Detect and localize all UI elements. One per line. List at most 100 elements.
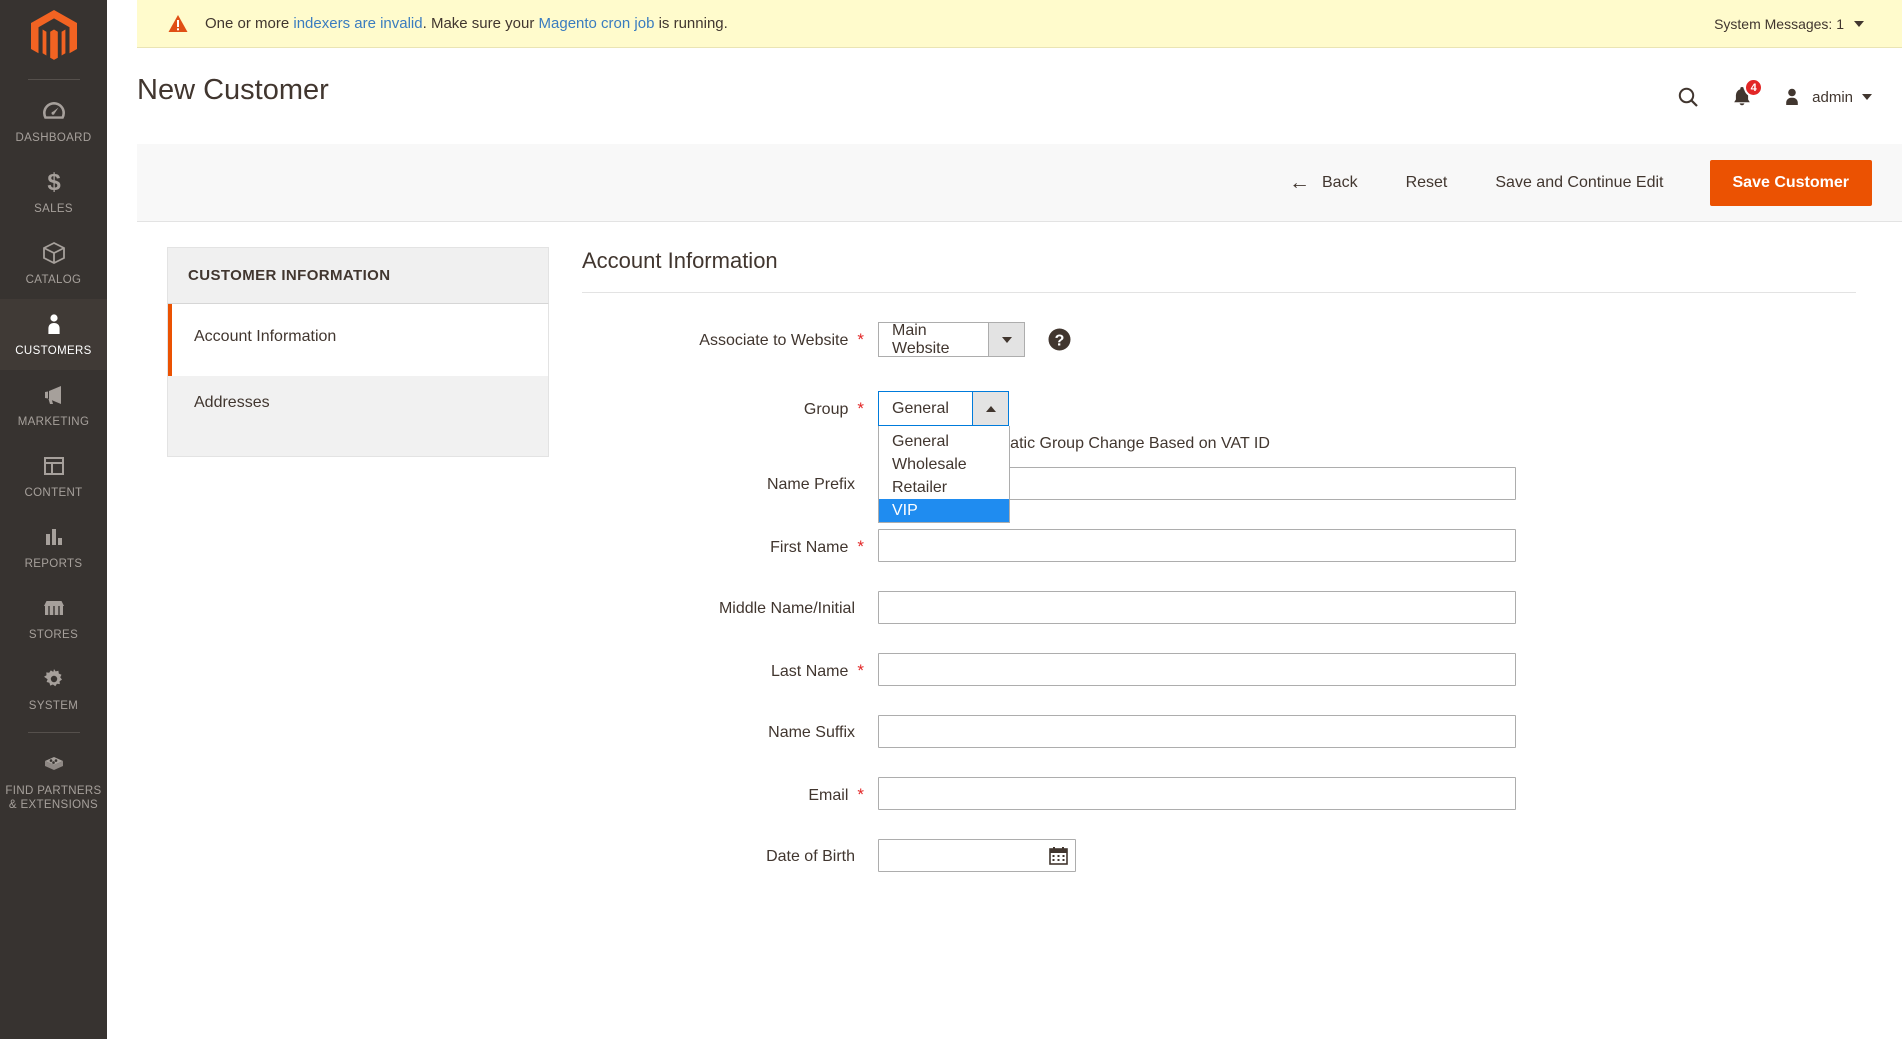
tab-label: Account Information	[194, 328, 337, 345]
group-select-arrow[interactable]	[972, 391, 1009, 426]
group-select[interactable]: General General Wholesale Retailer VIP	[878, 391, 1010, 523]
field-row-name-prefix: Name Prefix	[582, 467, 1856, 500]
bar-chart-icon	[41, 524, 67, 550]
required-marker: *	[857, 661, 864, 680]
account-information-form: Account Information Associate to Website…	[549, 222, 1902, 1039]
extension-box-icon	[41, 751, 67, 777]
notifications-button[interactable]: 4	[1715, 76, 1769, 118]
sidebar-item-catalog[interactable]: Catalog	[0, 228, 107, 299]
system-message-text: One or more indexers are invalid. Make s…	[205, 15, 728, 32]
page-header: New Customer 4 admin	[107, 48, 1902, 144]
search-icon	[1678, 87, 1698, 107]
first-name-label: First Name *	[582, 529, 878, 557]
sidebar-item-label: Sales	[34, 203, 73, 215]
group-select-value: General	[878, 391, 972, 426]
system-messages-toggle[interactable]: System Messages: 1	[1714, 0, 1864, 48]
middle-name-label: Middle Name/Initial	[582, 591, 878, 618]
save-and-continue-label: Save and Continue Edit	[1495, 173, 1664, 191]
middle-name-input[interactable]	[878, 591, 1516, 624]
sidebar-item-content[interactable]: Content	[0, 441, 107, 512]
customer-info-panel: CUSTOMER INFORMATION Account Information…	[137, 222, 549, 1039]
sidebar-item-find-partners[interactable]: Find Partners & Extensions	[0, 739, 107, 824]
first-name-control	[878, 529, 1516, 562]
field-row-email: Email *	[582, 777, 1856, 810]
first-name-input[interactable]	[878, 529, 1516, 562]
vat-spacer-label	[582, 435, 878, 444]
email-input[interactable]	[878, 777, 1516, 810]
sidebar-item-dashboard[interactable]: Dashboard	[0, 86, 107, 157]
back-button[interactable]: ← Back	[1265, 172, 1382, 193]
group-option-wholesale[interactable]: Wholesale	[879, 453, 1009, 476]
name-suffix-control	[878, 715, 1516, 748]
question-mark-icon[interactable]: ?	[1047, 327, 1072, 352]
nav-divider-top	[27, 79, 80, 80]
sidebar-item-label: Find Partners & Extensions	[5, 785, 102, 811]
sidebar-item-customers[interactable]: Customers	[0, 299, 107, 370]
group-option-vip[interactable]: VIP	[879, 499, 1009, 522]
reset-button[interactable]: Reset	[1382, 174, 1472, 192]
last-name-label-text: Last Name	[771, 663, 849, 680]
sidebar-item-label: Dashboard	[15, 132, 92, 144]
arrow-left-icon: ←	[1289, 171, 1310, 194]
admin-user-menu[interactable]: admin	[1769, 86, 1872, 108]
name-suffix-input[interactable]	[878, 715, 1516, 748]
group-label-text: Group	[803, 401, 849, 418]
required-marker: *	[857, 537, 864, 556]
sidebar-item-label: Catalog	[25, 274, 82, 286]
gear-icon	[41, 666, 67, 692]
form-section-title: Account Information	[582, 248, 1856, 293]
website-select-arrow[interactable]	[988, 322, 1025, 357]
system-messages-label: System Messages: 1	[1714, 16, 1844, 32]
sidebar-item-system[interactable]: System	[0, 654, 107, 725]
save-customer-button[interactable]: Save Customer	[1709, 159, 1872, 206]
save-and-continue-button[interactable]: Save and Continue Edit	[1471, 174, 1687, 192]
sidebar-item-marketing[interactable]: Marketing	[0, 370, 107, 441]
page-content: CUSTOMER INFORMATION Account Information…	[137, 222, 1902, 1039]
last-name-input[interactable]	[878, 653, 1516, 686]
date-of-birth-label: Date of Birth	[582, 839, 878, 866]
name-suffix-label: Name Suffix	[582, 715, 878, 742]
date-of-birth-input[interactable]	[878, 839, 1076, 872]
email-label-text: Email	[808, 787, 849, 804]
indexers-link[interactable]: indexers are invalid	[293, 15, 422, 32]
group-option-retailer[interactable]: Retailer	[879, 476, 1009, 499]
email-label: Email *	[582, 777, 878, 805]
calendar-icon[interactable]	[1049, 846, 1068, 865]
chevron-down-icon	[1854, 21, 1864, 27]
main-navigation: Dashboard $ Sales Catalog Customers Mark…	[0, 0, 107, 1039]
website-select[interactable]: Main Website	[878, 322, 1025, 357]
cron-job-link[interactable]: Magento cron job	[539, 15, 655, 32]
field-row-date-of-birth: Date of Birth	[582, 839, 1856, 872]
required-marker: *	[857, 399, 864, 418]
tab-label: Addresses	[194, 394, 270, 411]
tab-account-information[interactable]: Account Information	[168, 304, 548, 376]
sidebar-item-label: Content	[24, 487, 83, 499]
sidebar-item-sales[interactable]: $ Sales	[0, 157, 107, 228]
field-row-name-suffix: Name Suffix	[582, 715, 1856, 748]
field-row-middle-name: Middle Name/Initial	[582, 591, 1856, 624]
magento-logo[interactable]	[0, 0, 107, 72]
page-actions-toolbar: ← Back Reset Save and Continue Edit Save…	[137, 144, 1902, 222]
date-of-birth-control	[878, 839, 1076, 872]
chevron-up-icon	[985, 405, 996, 412]
group-option-general[interactable]: General	[879, 430, 1009, 453]
tab-addresses[interactable]: Addresses	[168, 376, 548, 430]
sidebar-item-label: System	[28, 700, 79, 712]
search-button[interactable]	[1661, 76, 1715, 118]
dashboard-icon	[41, 98, 67, 124]
notification-badge: 4	[1744, 78, 1764, 97]
required-marker: *	[857, 785, 864, 804]
reset-button-label: Reset	[1405, 173, 1448, 191]
sidebar-item-reports[interactable]: Reports	[0, 512, 107, 583]
msg-text-3: is running.	[654, 15, 728, 32]
field-row-group: Group * General General Wholesale Retail…	[582, 391, 1856, 523]
admin-page: Dashboard $ Sales Catalog Customers Mark…	[0, 0, 1902, 1039]
last-name-label: Last Name *	[582, 653, 878, 681]
first-name-label-text: First Name	[770, 539, 849, 556]
chevron-down-icon	[1001, 336, 1012, 343]
msg-text-1: One or more	[205, 15, 294, 32]
admin-user-label: admin	[1812, 88, 1853, 106]
group-label: Group *	[582, 391, 878, 419]
page-title: New Customer	[137, 74, 329, 106]
sidebar-item-stores[interactable]: Stores	[0, 583, 107, 654]
